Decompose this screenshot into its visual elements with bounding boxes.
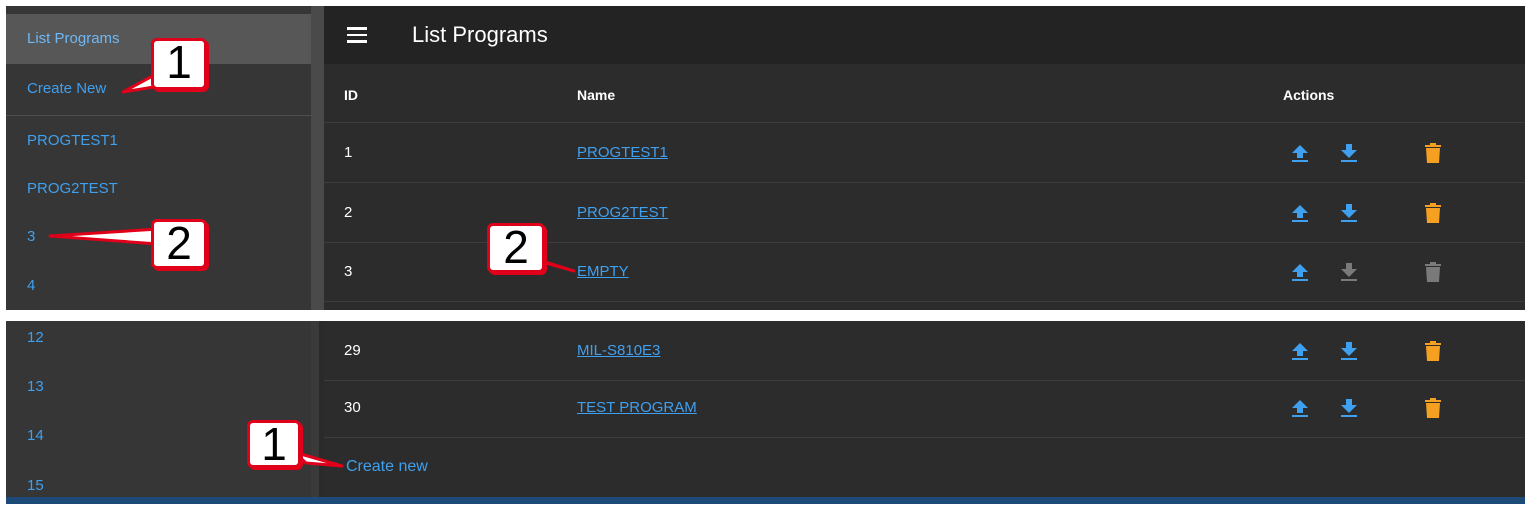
page-title: List Programs: [412, 22, 548, 47]
sidebar-item-program[interactable]: 12: [6, 321, 311, 363]
column-header-actions: Actions: [1283, 87, 1335, 103]
table-row: 29 MIL-S810E3: [324, 321, 1525, 381]
sidebar: 12 13 14 15: [6, 321, 311, 502]
row-id: 29: [344, 342, 361, 359]
callout-badge: 2: [151, 219, 207, 269]
program-list-bottom-section: 12 13 14 15 29 MIL-S810E3 30 TEST PROGRA…: [6, 321, 1525, 502]
sidebar-item-program[interactable]: PROGTEST1: [6, 116, 311, 166]
callout-badge: 2: [487, 223, 545, 273]
sidebar-item-program[interactable]: PROG2TEST: [6, 164, 311, 214]
callout-badge: 1: [247, 420, 301, 468]
sidebar-scrollbar[interactable]: [311, 6, 324, 310]
upload-icon[interactable]: [1291, 262, 1309, 282]
hamburger-menu-icon[interactable]: [347, 27, 367, 43]
program-list-top-section: List Programs Create New PROGTEST1 PROG2…: [6, 6, 1525, 310]
table-row: 30 TEST PROGRAM: [324, 378, 1525, 438]
trash-icon[interactable]: [1424, 398, 1442, 418]
program-name-link[interactable]: MIL-S810E3: [577, 321, 660, 380]
column-header-id: ID: [344, 87, 358, 103]
sidebar-item-program[interactable]: 13: [6, 362, 311, 412]
program-name-link[interactable]: PROG2TEST: [577, 183, 668, 242]
callout-badge: 1: [151, 38, 207, 90]
download-icon-disabled: [1341, 263, 1357, 281]
row-id: 2: [344, 204, 353, 221]
bottom-accent-bar: [6, 497, 1525, 504]
trash-icon-disabled: [1425, 262, 1441, 282]
create-new-link[interactable]: Create new: [346, 458, 428, 476]
trash-icon[interactable]: [1424, 341, 1442, 361]
row-id: 3: [344, 263, 353, 280]
sidebar-scrollbar[interactable]: [311, 321, 319, 502]
program-name-link[interactable]: PROGTEST1: [577, 123, 668, 182]
download-icon[interactable]: [1340, 203, 1358, 223]
row-id: 1: [344, 144, 353, 161]
download-icon[interactable]: [1340, 143, 1358, 163]
row-id: 30: [344, 399, 361, 416]
main-content: 29 MIL-S810E3 30 TEST PROGRAM Create new: [324, 321, 1525, 502]
download-icon[interactable]: [1340, 341, 1358, 361]
upload-icon[interactable]: [1291, 398, 1309, 418]
upload-icon[interactable]: [1291, 143, 1309, 163]
table-row: 1 PROGTEST1: [324, 123, 1525, 183]
trash-icon[interactable]: [1424, 143, 1442, 163]
program-name-link[interactable]: TEST PROGRAM: [577, 378, 697, 437]
trash-icon[interactable]: [1424, 203, 1442, 223]
download-icon[interactable]: [1340, 398, 1358, 418]
upload-icon[interactable]: [1291, 341, 1309, 361]
app-bar: List Programs: [324, 6, 1525, 64]
upload-icon[interactable]: [1291, 203, 1309, 223]
column-header-name: Name: [577, 87, 616, 103]
program-name-link[interactable]: EMPTY: [577, 242, 629, 301]
